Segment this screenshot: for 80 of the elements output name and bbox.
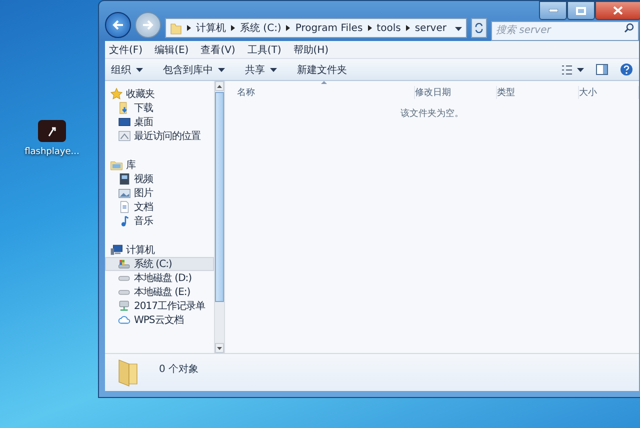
view-list-icon — [561, 64, 573, 74]
recent-places-icon — [118, 129, 131, 143]
help-icon[interactable] — [620, 63, 633, 76]
nav-item[interactable]: 下载 — [105, 101, 214, 115]
preview-pane-icon[interactable] — [596, 64, 608, 75]
menu-item[interactable]: 文件(F) — [109, 42, 143, 56]
menu-item[interactable]: 查看(V) — [200, 42, 236, 56]
caret-icon — [455, 26, 462, 30]
scroll-up-button[interactable] — [214, 81, 224, 91]
column-header[interactable]: 修改日期 — [415, 86, 497, 98]
app-shortcut-icon[interactable] — [37, 118, 67, 144]
maximize-icon — [576, 6, 586, 14]
up-arrow-icon — [216, 84, 222, 88]
nav-item[interactable]: 最近访问的位置 — [105, 129, 214, 143]
breadcrumb-arrow-icon — [187, 25, 191, 31]
star-icon — [110, 87, 123, 101]
nav-item[interactable]: 视频 — [105, 172, 214, 186]
toolbar-button[interactable]: 组织 — [111, 62, 143, 76]
nav-item[interactable]: WPS云文档 — [105, 313, 214, 327]
nav-group-header[interactable]: 计算机 — [105, 243, 214, 257]
address-bar[interactable]: 计算机 系统 (C:) Program Files tools server — [165, 18, 467, 38]
refresh-button[interactable] — [471, 18, 487, 38]
column-header[interactable]: 名称 — [237, 86, 415, 98]
maximize-button[interactable] — [567, 1, 595, 20]
back-arrow-icon — [112, 20, 124, 30]
nav-item[interactable]: 本地磁盘 (E:) — [105, 285, 214, 299]
refresh-icon — [474, 23, 484, 33]
close-icon — [613, 6, 623, 15]
breadcrumb-arrow-icon — [231, 25, 235, 31]
menu-item[interactable]: 帮助(H) — [293, 42, 329, 56]
sort-arrow-icon — [321, 81, 327, 84]
picture-icon — [118, 186, 131, 200]
breadcrumb-item[interactable]: 计算机 — [196, 21, 226, 35]
forward-arrow-icon — [142, 20, 154, 30]
caret-icon — [577, 68, 584, 72]
search-field[interactable]: 搜索 server — [491, 20, 639, 40]
toolbar-button[interactable]: 包含到库中 — [163, 62, 225, 76]
view-options-button[interactable] — [561, 64, 584, 74]
menu-item[interactable]: 工具(T) — [247, 42, 282, 56]
folder-icon — [170, 22, 182, 34]
breadcrumb-arrow-icon — [368, 25, 372, 31]
column-header[interactable]: 大小 — [579, 86, 639, 98]
toolbar-button[interactable]: 新建文件夹 — [297, 62, 347, 76]
desktop-icon — [118, 115, 131, 129]
nav-item[interactable]: 音乐 — [105, 214, 214, 228]
breadcrumb-item[interactable]: server — [414, 22, 446, 34]
nav-group-header[interactable]: 库 — [105, 158, 214, 172]
menu-item[interactable]: 编辑(E) — [154, 42, 189, 56]
search-icon — [624, 23, 634, 33]
computer-icon — [110, 243, 123, 257]
minimize-button[interactable] — [539, 1, 567, 20]
forward-button[interactable] — [135, 12, 161, 38]
scroll-down-button[interactable] — [214, 343, 224, 353]
nav-group-header[interactable]: 收藏夹 — [105, 87, 214, 101]
nav-item[interactable]: 本地磁盘 (D:) — [105, 271, 214, 285]
network-drive-icon — [118, 299, 131, 313]
breadcrumb-arrow-icon — [286, 25, 290, 31]
video-icon — [118, 172, 131, 186]
shortcut-label: flashplaye... — [24, 147, 80, 157]
column-header[interactable]: 类型 — [497, 86, 579, 98]
nav-item[interactable]: 文档 — [105, 200, 214, 214]
nav-item[interactable]: 图片 — [105, 186, 214, 200]
nav-item[interactable]: 2017工作记录单 — [105, 299, 214, 313]
down-arrow-icon — [216, 346, 222, 350]
back-button[interactable] — [105, 12, 131, 38]
close-button[interactable] — [595, 1, 640, 20]
minimize-icon — [548, 9, 558, 12]
nav-item[interactable]: 系统 (C:) — [105, 257, 214, 271]
folder-icon — [117, 358, 139, 388]
breadcrumb-item[interactable]: 系统 (C:) — [240, 21, 282, 35]
breadcrumb-item[interactable]: Program Files — [295, 22, 363, 34]
document-icon — [118, 200, 131, 214]
empty-folder-message: 该文件夹为空。 — [400, 108, 464, 120]
nav-item[interactable]: 桌面 — [105, 115, 214, 129]
toolbar-button[interactable]: 共享 — [245, 62, 277, 76]
item-count: 0 个对象 — [159, 362, 199, 376]
breadcrumb-item[interactable]: tools — [376, 22, 401, 34]
system-drive-icon — [118, 257, 131, 271]
breadcrumb-arrow-icon — [406, 25, 410, 31]
scrollbar-thumb[interactable] — [214, 92, 224, 302]
